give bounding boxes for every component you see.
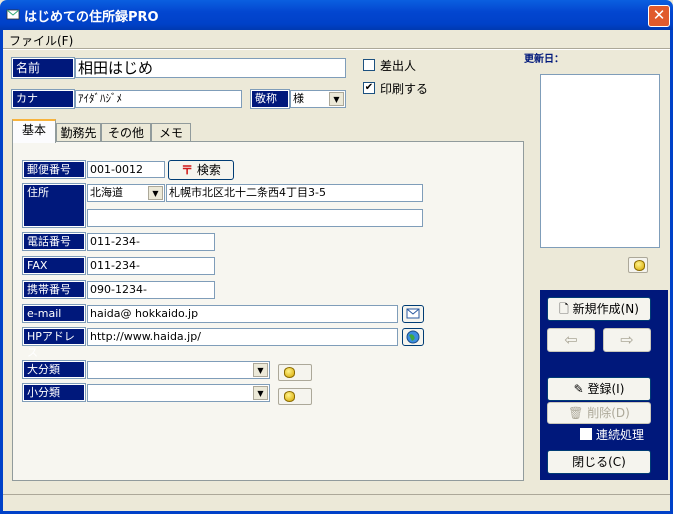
tab-work[interactable]: 勤務先 <box>56 123 101 143</box>
register-label: 登録(I) <box>587 382 625 396</box>
print-checkbox[interactable]: ✔ <box>363 82 375 94</box>
new-record-button[interactable]: 🗋 新規作成(N) <box>547 297 651 321</box>
kana-field[interactable]: ｱｲﾀﾞﾊｼﾞﾒ <box>75 90 242 108</box>
major-category-label: 大分類 <box>22 360 86 379</box>
prefecture-select[interactable]: 北海道 ▼ <box>87 184 165 202</box>
send-mail-button[interactable] <box>402 305 424 323</box>
photo-box <box>540 74 660 248</box>
minor-category-db-button[interactable] <box>278 388 312 405</box>
postal-label: 郵便番号 <box>22 160 86 179</box>
menu-divider <box>3 48 670 50</box>
fax-label: FAX <box>22 256 86 275</box>
homepage-label: HPアドレス <box>22 327 86 359</box>
address-line2-field[interactable] <box>87 209 423 227</box>
new-document-icon: 🗋 <box>559 302 569 316</box>
open-web-button[interactable] <box>402 328 424 346</box>
tab-basic[interactable]: 基本 <box>12 119 56 143</box>
address-line1-field[interactable]: 札幌市北区北十二条西4丁目3-5 <box>166 184 423 202</box>
edit-icon: ✎ <box>573 382 584 396</box>
homepage-field[interactable]: http://www.haida.jp/ <box>87 328 398 346</box>
menu-file[interactable]: ファイル(F) <box>9 32 73 49</box>
previous-record-button[interactable]: ⇦ <box>547 328 595 352</box>
major-category-db-button[interactable] <box>278 364 312 381</box>
register-button[interactable]: ✎ 登録(I) <box>547 377 651 401</box>
new-record-label: 新規作成(N) <box>572 302 639 316</box>
next-record-button[interactable]: ⇨ <box>603 328 651 352</box>
postal-mark-icon: 〒 <box>181 163 194 177</box>
name-field[interactable]: 相田はじめ <box>75 58 346 78</box>
honorific-label: 敬称 <box>250 89 290 109</box>
chevron-down-icon[interactable]: ▼ <box>329 92 344 106</box>
status-bar <box>3 494 670 511</box>
tab-other[interactable]: その他 <box>101 123 151 143</box>
mobile-label: 携帯番号 <box>22 280 86 299</box>
name-label: 名前 <box>11 57 75 79</box>
delete-label: 削除(D) <box>587 406 630 420</box>
continuous-checkbox[interactable] <box>580 428 592 440</box>
sender-checkbox[interactable] <box>363 59 375 71</box>
minor-category-select[interactable]: ▼ <box>87 384 270 402</box>
app-icon <box>6 9 20 20</box>
tab-memo[interactable]: メモ <box>151 123 191 143</box>
window-title: はじめての住所録PRO <box>24 10 159 25</box>
print-label: 印刷する <box>380 82 429 96</box>
delete-button[interactable]: 🗑 削除(D) <box>547 402 651 424</box>
phone-field[interactable]: 011-234- <box>87 233 215 251</box>
email-label: e-mail <box>22 304 86 323</box>
postal-search-button[interactable]: 〒 検索 <box>168 160 234 180</box>
window-frame-left <box>0 30 3 514</box>
honorific-select[interactable]: 様 ▼ <box>290 90 346 108</box>
major-category-select[interactable]: ▼ <box>87 361 270 379</box>
mobile-field[interactable]: 090-1234- <box>87 281 215 299</box>
phone-label: 電話番号 <box>22 232 86 251</box>
mail-icon <box>406 308 420 319</box>
address-label: 住所 <box>22 183 86 228</box>
postal-field[interactable]: 001-0012 <box>87 161 165 178</box>
honorific-value: 様 <box>293 92 304 105</box>
chevron-down-icon[interactable]: ▼ <box>253 363 268 377</box>
prefecture-value: 北海道 <box>90 186 123 199</box>
trash-icon: 🗑 <box>568 406 584 420</box>
globe-icon <box>406 330 420 344</box>
sender-label: 差出人 <box>380 59 417 73</box>
postal-search-label: 検索 <box>196 163 221 177</box>
chevron-down-icon[interactable]: ▼ <box>253 386 268 400</box>
email-field[interactable]: haida@ hokkaido.jp <box>87 305 398 323</box>
continuous-label: 連続処理 <box>596 428 645 442</box>
chevron-down-icon[interactable]: ▼ <box>148 186 163 200</box>
minor-category-label: 小分類 <box>22 383 86 402</box>
kana-label: カナ <box>11 89 75 109</box>
fax-field[interactable]: 011-234- <box>87 257 215 275</box>
photo-db-icon[interactable] <box>628 257 648 273</box>
updated-date-label: 更新日： <box>524 54 564 65</box>
close-button[interactable]: 閉じる(C) <box>547 450 651 474</box>
close-window-button[interactable]: ✕ <box>648 5 670 27</box>
